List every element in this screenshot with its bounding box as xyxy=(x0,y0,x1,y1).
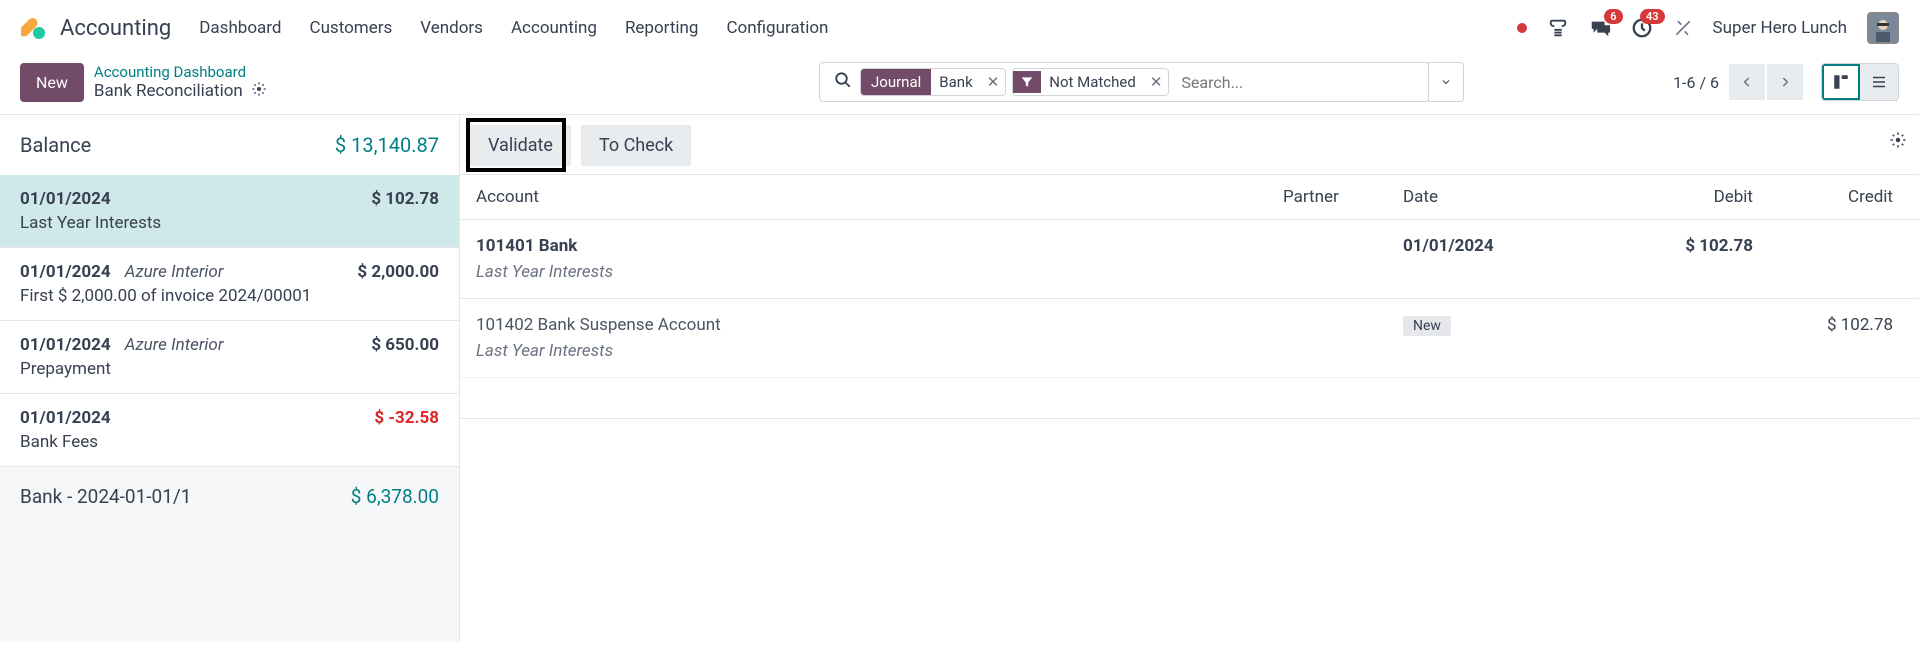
chip-journal-close-icon[interactable]: ✕ xyxy=(981,73,1006,91)
tab-row: Validate To Check xyxy=(460,115,1919,175)
recording-indicator xyxy=(1517,23,1527,33)
validate-button[interactable]: Validate xyxy=(470,125,571,166)
breadcrumb-link[interactable]: Accounting Dashboard xyxy=(94,63,267,81)
statement-desc: Bank Fees xyxy=(20,432,439,452)
view-kanban-icon[interactable] xyxy=(1822,64,1860,100)
search-wrap: Journal Bank ✕ Not Matched ✕ 1-6 xyxy=(819,62,1899,102)
search-icon[interactable] xyxy=(826,71,860,93)
main: Balance $ 13,140.87 01/01/2024 $ 102.78 … xyxy=(0,115,1919,642)
statement-item[interactable]: 01/01/2024 Azure Interior $ 2,000.00 Fir… xyxy=(0,248,459,321)
col-credit: Credit xyxy=(1753,187,1903,207)
balance-row: Balance $ 13,140.87 xyxy=(0,115,459,175)
nav-vendors[interactable]: Vendors xyxy=(420,18,483,38)
app-logo[interactable] xyxy=(20,14,48,42)
settings-gear-icon[interactable] xyxy=(1889,131,1907,153)
statement-item[interactable]: 01/01/2024 $ -32.58 Bank Fees xyxy=(0,394,459,467)
navbar: Accounting Dashboard Customers Vendors A… xyxy=(0,0,1919,56)
statement-amount: $ 2,000.00 xyxy=(357,262,439,282)
line-debit: $ 102.78 xyxy=(1603,236,1753,256)
bank-summary-row[interactable]: Bank - 2024-01-01/1 $ 6,378.00 xyxy=(0,467,459,526)
new-badge: New xyxy=(1403,316,1451,336)
statement-partner: Azure Interior xyxy=(125,262,224,282)
line-desc: Last Year Interests xyxy=(476,262,1283,282)
statement-amount: $ 650.00 xyxy=(371,335,439,355)
nav-menu: Dashboard Customers Vendors Accounting R… xyxy=(199,18,828,38)
col-partner: Partner xyxy=(1283,187,1403,207)
breadcrumb-current-text: Bank Reconciliation xyxy=(94,81,243,101)
breadcrumb: Accounting Dashboard Bank Reconciliation xyxy=(94,63,267,102)
line-date: 01/01/2024 xyxy=(1403,236,1603,256)
pager-text: 1-6 / 6 xyxy=(1673,73,1719,92)
search-dropdown-caret[interactable] xyxy=(1428,62,1464,102)
search-box: Journal Bank ✕ Not Matched ✕ xyxy=(819,62,1429,102)
search-input[interactable] xyxy=(1175,73,1422,92)
balance-amount: $ 13,140.87 xyxy=(335,133,439,157)
statement-desc: Prepayment xyxy=(20,359,439,379)
line-account: 101401 Bank xyxy=(476,236,1283,256)
bank-summary-label: Bank - 2024-01-01/1 xyxy=(20,485,191,508)
journal-line[interactable]: 101401 Bank Last Year Interests 01/01/20… xyxy=(460,220,1919,299)
nav-customers[interactable]: Customers xyxy=(310,18,393,38)
statement-partner: Azure Interior xyxy=(125,335,224,355)
app-title: Accounting xyxy=(60,16,171,41)
line-date-new: New xyxy=(1403,315,1603,336)
statement-date: 01/01/2024 xyxy=(20,335,111,355)
tools-icon[interactable] xyxy=(1673,18,1693,38)
phone-icon[interactable] xyxy=(1547,17,1569,39)
navbar-right: 6 43 Super Hero Lunch xyxy=(1517,12,1899,44)
filter-chip-notmatched: Not Matched ✕ xyxy=(1012,68,1169,96)
statement-date: 01/01/2024 xyxy=(20,262,111,282)
to-check-button[interactable]: To Check xyxy=(581,125,691,166)
nav-reporting[interactable]: Reporting xyxy=(625,18,699,38)
balance-label: Balance xyxy=(20,133,91,157)
statement-date: 01/01/2024 xyxy=(20,408,111,428)
view-list-icon[interactable] xyxy=(1860,64,1898,100)
nav-accounting[interactable]: Accounting xyxy=(511,18,597,38)
nav-dashboard[interactable]: Dashboard xyxy=(199,18,281,38)
pager-next-icon[interactable] xyxy=(1767,64,1803,100)
activity-badge: 43 xyxy=(1640,9,1665,24)
col-date: Date xyxy=(1403,187,1603,207)
line-desc: Last Year Interests xyxy=(476,341,1283,361)
view-toggle xyxy=(1821,63,1899,101)
nav-configuration[interactable]: Configuration xyxy=(726,18,828,38)
chip-notmatched-close-icon[interactable]: ✕ xyxy=(1144,73,1169,91)
filter-chip-journal: Journal Bank ✕ xyxy=(860,68,1006,96)
statement-date: 01/01/2024 xyxy=(20,189,111,209)
reconciliation-content: Validate To Check Account Partner Date D… xyxy=(460,115,1919,642)
chat-icon[interactable]: 6 xyxy=(1589,17,1611,39)
new-button[interactable]: New xyxy=(20,63,84,102)
pager: 1-6 / 6 xyxy=(1673,64,1803,100)
statement-amount: $ 102.78 xyxy=(371,189,439,209)
journal-line[interactable]: 101402 Bank Suspense Account Last Year I… xyxy=(460,299,1919,378)
line-account: 101402 Bank Suspense Account xyxy=(476,315,1283,335)
breadcrumb-current: Bank Reconciliation xyxy=(94,81,267,102)
line-credit: $ 102.78 xyxy=(1753,315,1903,335)
statement-amount: $ -32.58 xyxy=(374,408,439,428)
statement-desc: First $ 2,000.00 of invoice 2024/00001 xyxy=(20,286,439,306)
statement-sidebar: Balance $ 13,140.87 01/01/2024 $ 102.78 … xyxy=(0,115,460,642)
pager-prev-icon[interactable] xyxy=(1729,64,1765,100)
funnel-icon xyxy=(1013,71,1041,93)
col-debit: Debit xyxy=(1603,187,1753,207)
activity-icon[interactable]: 43 xyxy=(1631,17,1653,39)
chip-notmatched-value: Not Matched xyxy=(1041,69,1144,95)
bank-summary-amount: $ 6,378.00 xyxy=(351,485,439,508)
user-avatar[interactable] xyxy=(1867,12,1899,44)
statement-desc: Last Year Interests xyxy=(20,213,439,233)
chat-badge: 6 xyxy=(1604,9,1622,24)
chip-journal-value: Bank xyxy=(931,69,980,95)
company-name[interactable]: Super Hero Lunch xyxy=(1713,18,1847,38)
chip-journal-label: Journal xyxy=(861,69,931,95)
statement-item[interactable]: 01/01/2024 Azure Interior $ 650.00 Prepa… xyxy=(0,321,459,394)
table-header: Account Partner Date Debit Credit xyxy=(460,175,1919,220)
gear-icon[interactable] xyxy=(251,81,267,102)
statement-item[interactable]: 01/01/2024 $ 102.78 Last Year Interests xyxy=(0,175,459,248)
subheader: New Accounting Dashboard Bank Reconcilia… xyxy=(0,56,1919,114)
col-account: Account xyxy=(476,187,1283,207)
